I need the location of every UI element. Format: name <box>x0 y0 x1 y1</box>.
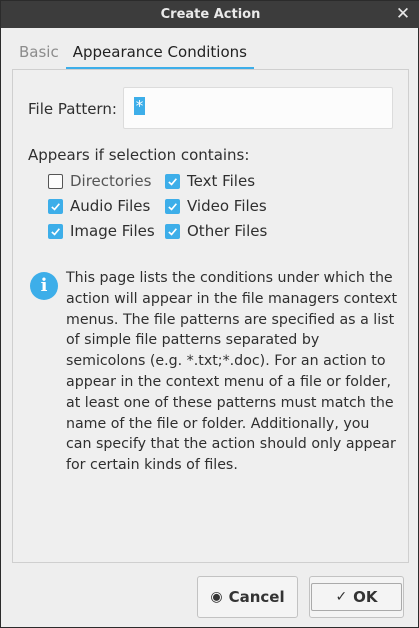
cancel-button[interactable]: ◉ Cancel <box>197 576 298 618</box>
file-pattern-input[interactable]: * <box>123 87 393 129</box>
checkbox-video-files[interactable]: Video Files <box>165 197 267 215</box>
checkmark-icon <box>165 173 180 189</box>
checkbox-directories[interactable]: Directories <box>48 172 151 190</box>
ok-button-label: OK <box>353 588 378 606</box>
dialog-window: Create Action ✕ Basic Appearance Conditi… <box>0 0 419 628</box>
checkbox-label: Text Files <box>187 172 256 190</box>
checkbox-label: Video Files <box>187 197 267 215</box>
checkbox-unchecked-icon <box>48 173 63 189</box>
checkbox-label: Audio Files <box>70 197 151 215</box>
info-text: This page lists the conditions under whi… <box>66 270 398 474</box>
ok-button-focus-ring: ✓ OK <box>311 583 402 611</box>
cancel-icon: ◉ <box>210 589 223 605</box>
checkbox-audio-files[interactable]: Audio Files <box>48 197 150 215</box>
checkbox-label: Directories <box>70 172 152 190</box>
info-icon: i <box>30 272 58 300</box>
appears-if-label: Appears if selection contains: <box>28 146 250 164</box>
appearance-panel: File Pattern: * Appears if selection con… <box>12 69 409 563</box>
checkbox-label: Image Files <box>70 222 155 240</box>
title-bar[interactable]: Create Action ✕ <box>1 1 419 28</box>
close-icon[interactable]: ✕ <box>394 5 412 23</box>
tab-bar: Basic Appearance Conditions <box>12 41 254 69</box>
file-pattern-value: * <box>134 97 146 115</box>
tab-appearance-conditions[interactable]: Appearance Conditions <box>65 41 254 69</box>
checkmark-icon <box>48 223 63 239</box>
checkbox-other-files[interactable]: Other Files <box>165 222 267 240</box>
checkmark-icon <box>48 198 63 214</box>
checkbox-image-files[interactable]: Image Files <box>48 222 155 240</box>
checkbox-text-files[interactable]: Text Files <box>165 172 255 190</box>
tab-basic[interactable]: Basic <box>12 41 66 69</box>
window-title: Create Action <box>160 7 261 22</box>
cancel-button-label: Cancel <box>228 588 285 606</box>
check-icon: ✓ <box>335 589 348 605</box>
ok-button[interactable]: ✓ OK <box>309 576 404 618</box>
checkmark-icon <box>165 198 180 214</box>
checkbox-label: Other Files <box>187 222 268 240</box>
file-pattern-label: File Pattern: <box>28 100 117 118</box>
checkmark-icon <box>165 223 180 239</box>
